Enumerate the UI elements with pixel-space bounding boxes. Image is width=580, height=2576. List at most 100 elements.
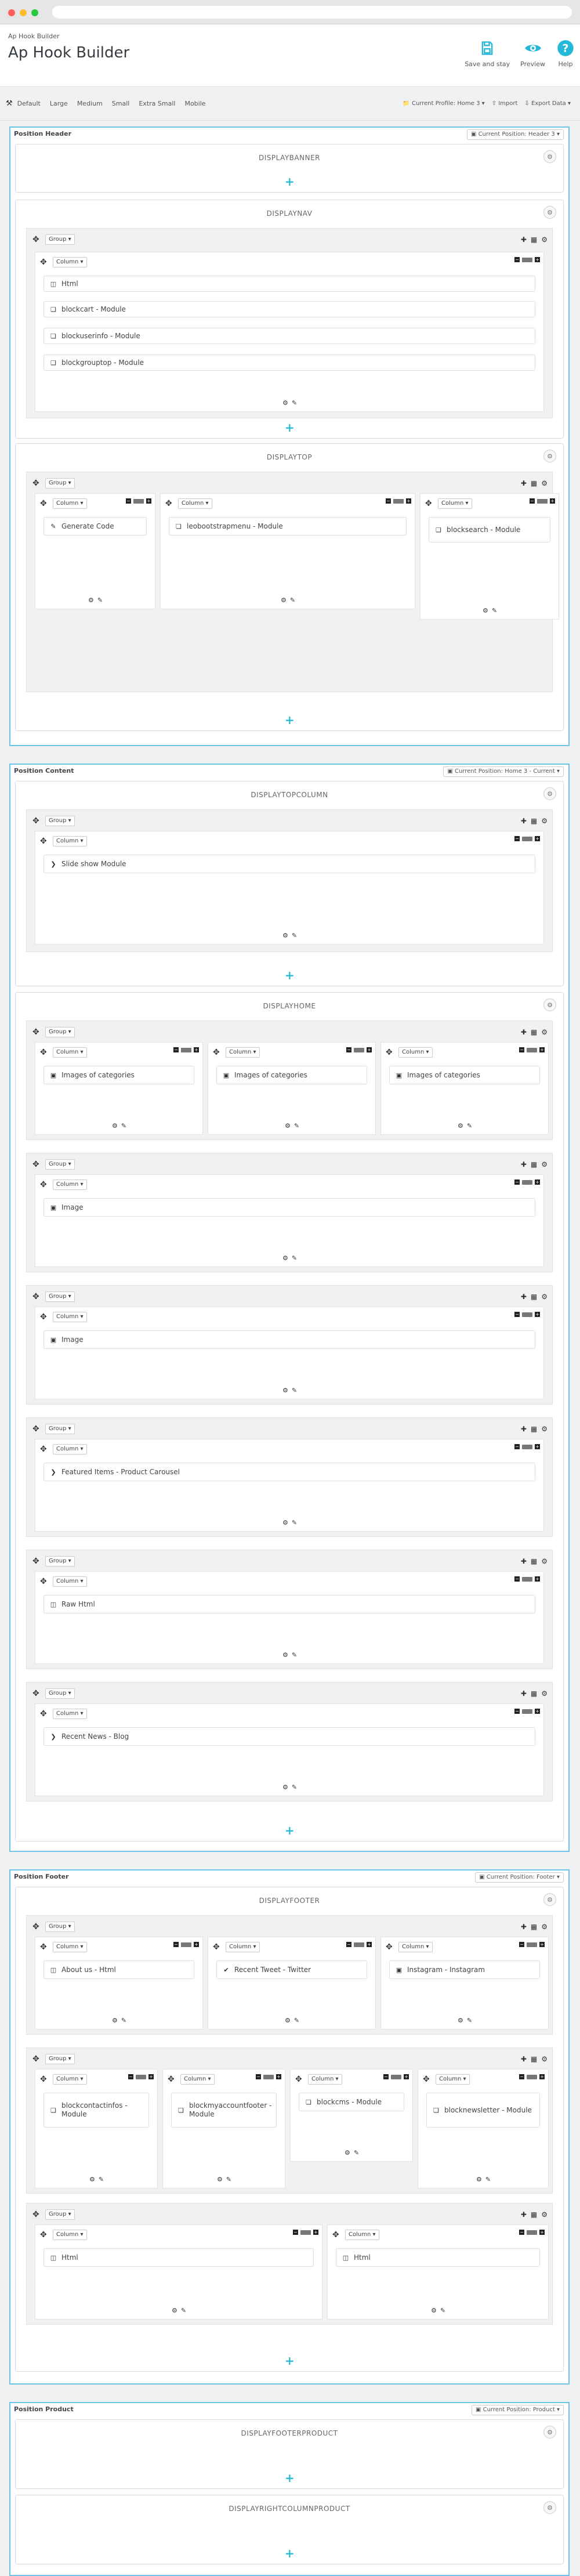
grid-layout-icon[interactable]: ▦ — [531, 1923, 537, 1931]
column-edit-pencil-icon[interactable]: ✎ — [181, 2307, 186, 2314]
module-blockgrouptop[interactable]: ❏ blockgrouptop - Module — [44, 354, 535, 371]
move-column-icon[interactable]: ✥ — [40, 1445, 47, 1453]
column-dropdown-button[interactable]: Column ▾ — [53, 1312, 87, 1322]
decrease-width-icon[interactable]: − — [519, 1047, 524, 1052]
move-column-icon[interactable]: ✥ — [425, 500, 432, 508]
grid-layout-icon[interactable]: ▦ — [531, 479, 537, 487]
column-dropdown-button[interactable]: Column ▾ — [398, 1047, 433, 1058]
add-column-icon[interactable]: ✚ — [521, 817, 527, 825]
hook-settings-gear-icon[interactable]: ⚙ — [543, 2501, 556, 2514]
device-default[interactable]: Default — [13, 100, 45, 107]
column-dropdown-button[interactable]: Column ▾ — [226, 1047, 260, 1058]
column-settings-gear-icon[interactable]: ⚙ — [112, 2017, 118, 2024]
group-settings-gear-icon[interactable]: ⚙ — [541, 236, 548, 244]
move-column-icon[interactable]: ✥ — [386, 1943, 393, 1951]
column-edit-pencil-icon[interactable]: ✎ — [294, 1122, 299, 1130]
decrease-width-icon[interactable]: − — [128, 2074, 133, 2079]
column-edit-pencil-icon[interactable]: ✎ — [292, 1783, 297, 1791]
column-settings-gear-icon[interactable]: ⚙ — [281, 596, 287, 604]
group-settings-gear-icon[interactable]: ⚙ — [541, 1028, 548, 1036]
current-position-dropdown[interactable]: ▣ Current Position: Home 3 - Current ▾ — [443, 766, 564, 777]
column-settings-gear-icon[interactable]: ⚙ — [483, 607, 488, 614]
column-dropdown-button[interactable]: Column ▾ — [53, 2230, 87, 2240]
preview-button[interactable]: Preview — [520, 38, 545, 68]
module-featured[interactable]: ❯ Featured Items - Product Carousel — [44, 1463, 535, 1481]
hook-settings-gear-icon[interactable]: ⚙ — [543, 1893, 556, 1906]
group-settings-gear-icon[interactable]: ⚙ — [541, 2055, 548, 2063]
increase-width-icon[interactable]: + — [539, 2074, 545, 2079]
help-button[interactable]: ? Help — [556, 38, 575, 68]
add-column-icon[interactable]: ✚ — [521, 1028, 527, 1036]
move-column-icon[interactable]: ✥ — [168, 2075, 175, 2083]
column-dropdown-button[interactable]: Column ▾ — [53, 2074, 87, 2085]
decrease-width-icon[interactable]: − — [126, 498, 131, 504]
column-settings-gear-icon[interactable]: ⚙ — [172, 2307, 177, 2314]
column-settings-gear-icon[interactable]: ⚙ — [285, 2017, 291, 2024]
increase-width-icon[interactable]: + — [194, 1942, 199, 1947]
increase-width-icon[interactable]: + — [313, 2230, 318, 2235]
grid-layout-icon[interactable]: ▦ — [531, 1557, 537, 1565]
move-group-icon[interactable]: ✥ — [32, 1689, 39, 1698]
column-settings-gear-icon[interactable]: ⚙ — [282, 1783, 288, 1791]
move-group-icon[interactable]: ✥ — [32, 236, 39, 244]
module-blockuserinfo[interactable]: ❏ blockuserinfo - Module — [44, 328, 535, 344]
move-column-icon[interactable]: ✥ — [40, 500, 47, 508]
increase-width-icon[interactable]: + — [367, 1047, 372, 1052]
move-column-icon[interactable]: ✥ — [40, 1181, 47, 1189]
column-settings-gear-icon[interactable]: ⚙ — [89, 2176, 95, 2183]
grid-layout-icon[interactable]: ▦ — [531, 1425, 537, 1433]
group-settings-gear-icon[interactable]: ⚙ — [541, 817, 548, 825]
column-edit-pencil-icon[interactable]: ✎ — [292, 1254, 297, 1262]
module-images-of-categories[interactable]: ▣ Images of categories — [216, 1066, 367, 1084]
increase-width-icon[interactable]: + — [535, 257, 540, 262]
column-dropdown-button[interactable]: Column ▾ — [53, 836, 87, 846]
column-edit-pencil-icon[interactable]: ✎ — [292, 399, 297, 407]
column-edit-pencil-icon[interactable]: ✎ — [492, 607, 497, 614]
hook-settings-gear-icon[interactable]: ⚙ — [543, 150, 556, 163]
column-dropdown-button[interactable]: Column ▾ — [53, 1709, 87, 1719]
increase-width-icon[interactable]: + — [535, 1312, 540, 1317]
current-position-dropdown[interactable]: ▣ Current Position: Product ▾ — [471, 2405, 564, 2415]
column-edit-pencil-icon[interactable]: ✎ — [440, 2307, 445, 2314]
module-image[interactable]: ▣ Image — [44, 1198, 535, 1217]
module-images-of-categories[interactable]: ▣ Images of categories — [389, 1066, 540, 1084]
group-dropdown-button[interactable]: Group ▾ — [45, 1159, 75, 1170]
decrease-width-icon[interactable]: − — [514, 1180, 520, 1185]
group-dropdown-button[interactable]: Group ▾ — [45, 478, 75, 489]
module-leobootstrapmenu[interactable]: ❏ leobootstrapmenu - Module — [169, 517, 407, 536]
add-column-icon[interactable]: ✚ — [521, 1160, 527, 1168]
grid-layout-icon[interactable]: ▦ — [531, 1160, 537, 1168]
increase-width-icon[interactable]: + — [539, 2230, 545, 2235]
move-group-icon[interactable]: ✥ — [32, 2210, 39, 2219]
move-group-icon[interactable]: ✥ — [32, 1028, 39, 1036]
module-recent-tweet[interactable]: ✔ Recent Tweet - Twitter — [216, 1960, 367, 1979]
module-generate-code[interactable]: ✎ Generate Code — [44, 517, 147, 536]
column-settings-gear-icon[interactable]: ⚙ — [282, 1387, 288, 1394]
decrease-width-icon[interactable]: − — [514, 836, 520, 841]
move-group-icon[interactable]: ✥ — [32, 1160, 39, 1168]
increase-width-icon[interactable]: + — [550, 498, 555, 504]
profile-dropdown[interactable]: 📁 Current Profile: Home 3 ▾ — [399, 100, 488, 107]
move-group-icon[interactable]: ✥ — [32, 2055, 39, 2063]
decrease-width-icon[interactable]: − — [386, 498, 391, 504]
move-group-icon[interactable]: ✥ — [32, 1293, 39, 1301]
move-group-icon[interactable]: ✥ — [32, 1425, 39, 1433]
column-dropdown-button[interactable]: Column ▾ — [178, 498, 212, 509]
module-image[interactable]: ▣ Image — [44, 1330, 535, 1349]
increase-width-icon[interactable]: + — [539, 1047, 545, 1052]
add-column-icon[interactable]: ✚ — [521, 236, 527, 244]
wrench-icon[interactable]: ⚒ — [6, 99, 13, 108]
address-bar[interactable] — [52, 6, 572, 19]
module-blockmyaccountfooter[interactable]: ❏ blockmyaccountfooter - Module — [171, 2093, 277, 2128]
increase-width-icon[interactable]: + — [535, 1444, 540, 1449]
column-settings-gear-icon[interactable]: ⚙ — [458, 1122, 463, 1130]
add-group-plus-icon[interactable]: + — [285, 2548, 295, 2559]
group-settings-gear-icon[interactable]: ⚙ — [541, 1425, 548, 1433]
column-dropdown-button[interactable]: Column ▾ — [438, 498, 472, 509]
increase-width-icon[interactable]: + — [539, 1942, 545, 1947]
group-dropdown-button[interactable]: Group ▾ — [45, 1556, 75, 1566]
add-column-icon[interactable]: ✚ — [521, 2210, 527, 2219]
decrease-width-icon[interactable]: − — [256, 2074, 261, 2079]
device-small[interactable]: Small — [107, 100, 135, 107]
column-settings-gear-icon[interactable]: ⚙ — [282, 1519, 288, 1526]
